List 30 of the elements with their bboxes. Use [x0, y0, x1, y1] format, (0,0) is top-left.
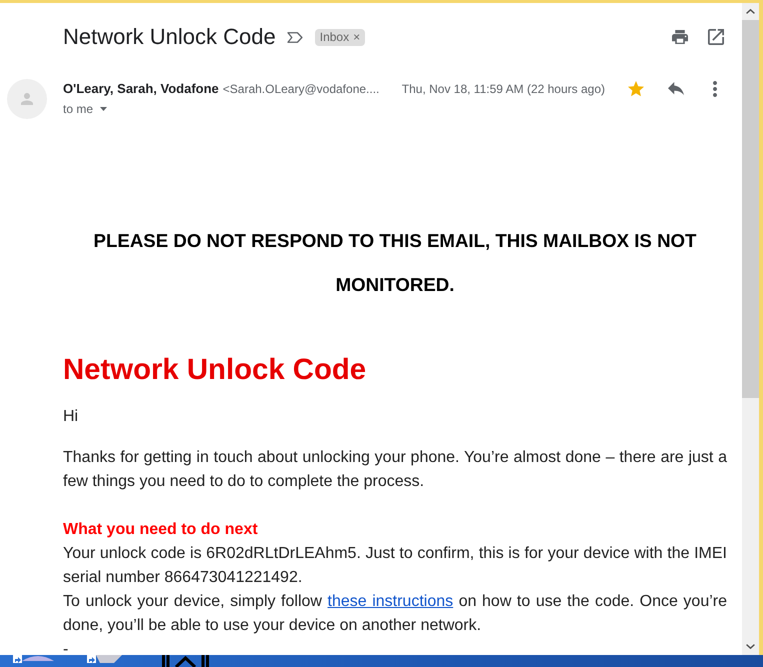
shortcut-arrow-icon[interactable]	[13, 655, 22, 663]
body-text: To unlock your device, simply follow these instructions on how to use the code. Once you’re done, you’ll be able to use your device on another network.	[63, 592, 727, 636]
message-date: Thu, Nov 18, 11:59 AM (22 hours ago)	[402, 81, 605, 98]
remove-label-button[interactable]: ×	[353, 30, 360, 44]
section-heading: What you need to do next	[63, 520, 259, 540]
open-in-new-icon[interactable]	[708, 29, 724, 45]
body-text: Your unlock code is 6R02dRLtDrLEAhm5. Just to confirm, this is for your device with the IMEI serial number 866473041221492.	[63, 544, 727, 588]
scroll-down-icon[interactable]	[746, 644, 755, 649]
label-chip[interactable]: Inbox ×	[314, 28, 366, 46]
tag-outline-icon[interactable]	[286, 32, 303, 42]
frame-icon[interactable]	[162, 655, 209, 667]
body-text: -	[63, 640, 70, 655]
notice-text: PLEASE DO NOT RESPOND TO THIS EMAIL, THIS MAILBOX IS NOT MONITORED.	[92, 229, 698, 297]
sender-name: O'Leary, Sarah, Vodafone	[63, 80, 219, 98]
print-icon[interactable]	[672, 30, 688, 44]
instructions-link[interactable]: these instructions	[328, 593, 454, 610]
body-paragraph: Hi	[63, 407, 80, 427]
recipient-text[interactable]: to me	[63, 100, 94, 118]
scroll-up-icon[interactable]	[746, 9, 755, 14]
scrollbar-thumb[interactable]	[742, 20, 759, 398]
caret-icon[interactable]	[100, 107, 108, 111]
more-options-icon[interactable]	[713, 81, 717, 97]
reply-icon[interactable]	[668, 82, 684, 96]
email-subject: Network Unlock Code	[63, 23, 276, 51]
sender-email: <Sarah.OLeary@vodafone....	[222, 81, 380, 98]
body-paragraph: Thanks for getting in touch about unlocking your phone. You’re almost done – there are just a few things you need to do to complete the process.	[63, 448, 727, 492]
message-heading: Network Unlock Code	[63, 352, 368, 388]
star-icon[interactable]	[628, 81, 644, 97]
shortcut-arrow-icon[interactable]	[87, 655, 96, 663]
avatar-icon	[7, 79, 47, 119]
